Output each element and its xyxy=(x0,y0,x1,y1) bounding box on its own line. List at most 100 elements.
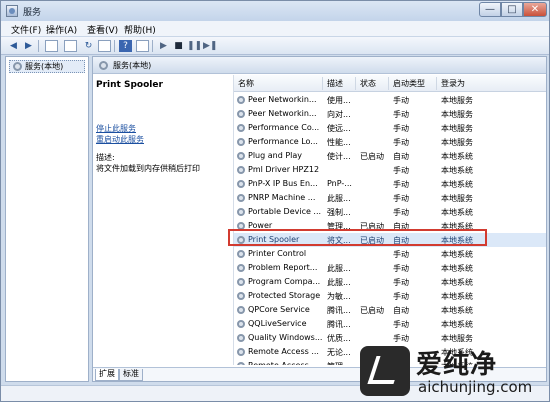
cell-name: Portable Device ... xyxy=(248,207,322,216)
properties-icon[interactable] xyxy=(64,40,77,52)
table-row[interactable]: Pml Driver HPZ12 手动 本地系统 xyxy=(234,163,546,177)
cell-name: Performance Co... xyxy=(248,123,320,132)
column-header-status[interactable]: 状态 xyxy=(360,78,376,89)
table-row[interactable]: Plug and Play 使计... 已启动 自动 本地系统 xyxy=(234,149,546,163)
stop-service-icon[interactable]: ■ xyxy=(172,40,185,52)
cell-logon: 本地系统 xyxy=(441,306,473,315)
menu-help[interactable]: 帮助(H) xyxy=(124,23,156,36)
cell-status: 已启动 xyxy=(360,222,384,231)
cell-desc: 此服... xyxy=(327,194,351,203)
close-button[interactable]: ✕ xyxy=(523,2,547,17)
service-gear-icon xyxy=(237,250,245,258)
cell-name: Pml Driver HPZ12 xyxy=(248,165,320,174)
cell-start: 手动 xyxy=(393,264,409,273)
service-gear-icon xyxy=(237,96,245,104)
selected-service-title: Print Spooler xyxy=(96,80,163,90)
table-row[interactable]: Program Compa... 此服... 手动 本地系统 xyxy=(234,275,546,289)
table-row[interactable]: Performance Co... 使远... 手动 本地服务 xyxy=(234,121,546,135)
column-header-description[interactable]: 描述 xyxy=(327,78,343,89)
stop-service-link[interactable]: 停止此服务 xyxy=(96,123,136,134)
refresh-icon[interactable]: ↻ xyxy=(82,40,95,52)
service-gear-icon xyxy=(237,180,245,188)
service-gear-icon xyxy=(237,236,245,244)
cell-logon: 本地服务 xyxy=(441,110,473,119)
cell-start: 手动 xyxy=(393,180,409,189)
toolbar: ◀ ▶ ↻ ? ▶ ■ ❚❚ ▶❚ xyxy=(1,37,549,55)
cell-start: 手动 xyxy=(393,124,409,133)
cell-name: Remote Access ... xyxy=(248,347,319,356)
pause-service-icon[interactable]: ❚❚ xyxy=(187,40,202,52)
tab-extended[interactable]: 扩展 xyxy=(95,369,119,381)
show-hide-action-pane-icon[interactable] xyxy=(136,40,149,52)
table-row[interactable]: PNRP Machine ... 此服... 手动 本地服务 xyxy=(234,191,546,205)
cell-desc: 此服... xyxy=(327,278,351,287)
minimize-button[interactable]: — xyxy=(479,2,501,17)
services-list: 名称 描述 状态 启动类型 登录为 Peer Networkin... 使用...… xyxy=(233,75,546,365)
menu-view[interactable]: 查看(V) xyxy=(87,23,118,36)
console-tree-icon[interactable] xyxy=(45,40,58,52)
table-row[interactable]: Performance Lo... 性能... 手动 本地服务 xyxy=(234,135,546,149)
cell-name: PnP-X IP Bus En... xyxy=(248,179,318,188)
menu-file[interactable]: 文件(F) xyxy=(11,23,41,36)
tab-standard[interactable]: 标准 xyxy=(119,369,143,381)
table-row[interactable]: Power 管理... 已启动 自动 本地系统 xyxy=(234,219,546,233)
service-gear-icon xyxy=(237,320,245,328)
cell-name: Remote Access ... xyxy=(248,361,322,365)
cell-logon: 本地系统 xyxy=(441,278,473,287)
table-row[interactable]: QPCore Service 腾讯... 已启动 自动 本地系统 xyxy=(234,303,546,317)
service-gear-icon xyxy=(237,138,245,146)
cell-start: 手动 xyxy=(393,320,409,329)
services-panel: 服务(本地) Print Spooler 停止此服务 重启动此服务 描述: 将文… xyxy=(92,56,547,382)
cell-start: 自动 xyxy=(393,236,409,245)
tree-item-services-local[interactable]: 服务(本地) xyxy=(9,60,85,73)
cell-name: Problem Report... xyxy=(248,263,318,272)
service-gear-icon xyxy=(237,194,245,202)
title-bar: 服务 — □ ✕ xyxy=(1,1,549,21)
table-row[interactable]: Protected Storage 为敏... 手动 本地系统 xyxy=(234,289,546,303)
table-row[interactable]: Printer Control 手动 本地系统 xyxy=(234,247,546,261)
cell-desc: PnP-... xyxy=(327,179,352,188)
cell-start: 手动 xyxy=(393,250,409,259)
table-row-selected[interactable]: Print Spooler 将文... 已启动 自动 本地系统 xyxy=(234,233,546,247)
panel-header: 服务(本地) xyxy=(93,57,546,74)
export-list-icon[interactable] xyxy=(98,40,111,52)
cell-start: 手动 xyxy=(393,194,409,203)
cell-desc: 无论... xyxy=(327,348,351,357)
forward-arrow-icon[interactable]: ▶ xyxy=(22,40,35,52)
cell-start: 手动 xyxy=(393,138,409,147)
cell-name: Plug and Play xyxy=(248,151,303,160)
cell-status: 已启动 xyxy=(360,152,384,161)
restart-service-link[interactable]: 重启动此服务 xyxy=(96,134,144,145)
window-title: 服务 xyxy=(23,8,42,18)
service-gear-icon xyxy=(237,362,245,365)
cell-status: 已启动 xyxy=(360,306,384,315)
table-row[interactable]: Peer Networkin... 使用... 手动 本地服务 xyxy=(234,93,546,107)
cell-logon: 本地服务 xyxy=(441,96,473,105)
list-header: 名称 描述 状态 启动类型 登录为 xyxy=(234,75,546,92)
table-row[interactable]: QQLiveService 腾讯... 手动 本地系统 xyxy=(234,317,546,331)
table-row[interactable]: Portable Device ... 强制... 手动 本地系统 xyxy=(234,205,546,219)
maximize-button[interactable]: □ xyxy=(501,2,523,17)
back-arrow-icon[interactable]: ◀ xyxy=(7,40,20,52)
table-row[interactable]: Problem Report... 此服... 手动 本地系统 xyxy=(234,261,546,275)
restart-service-icon[interactable]: ▶❚ xyxy=(203,40,217,52)
cell-name: Peer Networkin... xyxy=(248,109,317,118)
cell-desc: 为敏... xyxy=(327,292,351,301)
cell-logon: 本地系统 xyxy=(441,152,473,161)
column-header-name[interactable]: 名称 xyxy=(238,78,254,89)
cell-name: Peer Networkin... xyxy=(248,95,317,104)
cell-start: 手动 xyxy=(393,208,409,217)
service-gear-icon xyxy=(237,124,245,132)
tree-item-label: 服务(本地) xyxy=(25,62,64,71)
cell-name: QQLiveService xyxy=(248,319,307,328)
gear-icon xyxy=(13,62,22,71)
column-header-log-on-as[interactable]: 登录为 xyxy=(441,78,465,89)
column-header-startup-type[interactable]: 启动类型 xyxy=(393,78,425,89)
help-icon[interactable]: ? xyxy=(119,40,132,52)
cell-name: QPCore Service xyxy=(248,305,310,314)
table-row[interactable]: PnP-X IP Bus En... PnP-... 手动 本地系统 xyxy=(234,177,546,191)
table-row[interactable]: Peer Networkin... 向对... 手动 本地服务 xyxy=(234,107,546,121)
cell-name: Program Compa... xyxy=(248,277,321,286)
menu-action[interactable]: 操作(A) xyxy=(46,23,77,36)
start-service-icon[interactable]: ▶ xyxy=(157,40,170,52)
